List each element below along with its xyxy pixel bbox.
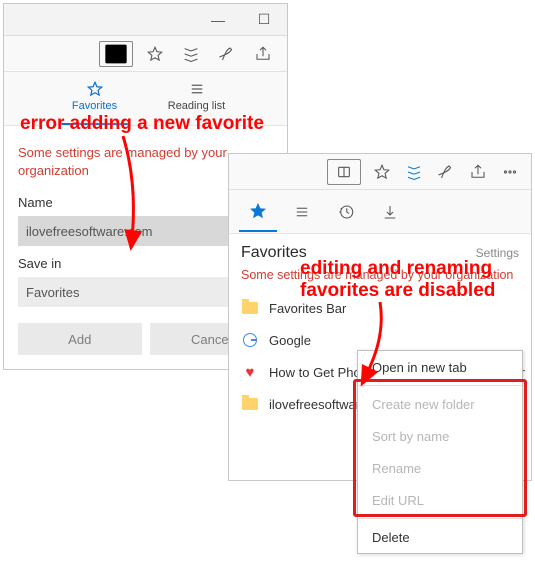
toolbar-b: [229, 154, 531, 190]
favorite-label: ilovefreesoftware: [269, 397, 367, 412]
ctx-open-new-tab[interactable]: Open in new tab: [358, 351, 522, 383]
reading-list-icon: [163, 78, 231, 100]
favorites-title: Favorites: [241, 244, 307, 262]
hub-tab-history[interactable]: [327, 192, 365, 232]
hub-tabs: [229, 190, 531, 234]
tab-favorites[interactable]: Favorites: [61, 78, 129, 125]
toolbar: [4, 36, 287, 72]
reading-view-icon[interactable]: [99, 41, 133, 67]
separator: [358, 518, 522, 519]
separator: [358, 385, 522, 386]
favorite-item[interactable]: Favorites Bar: [239, 292, 531, 324]
folder-icon: [241, 299, 259, 317]
add-button[interactable]: Add: [18, 323, 142, 355]
ctx-edit-url: Edit URL: [358, 484, 522, 516]
favorites-settings-link[interactable]: Settings: [476, 246, 519, 260]
heart-icon: ♥: [241, 363, 259, 381]
maximize-button[interactable]: ☐: [241, 4, 287, 35]
share-icon[interactable]: [247, 40, 279, 68]
favorites-hub-panel: Favorites Settings Some settings are man…: [228, 153, 532, 481]
ctx-sort-by-name: Sort by name: [358, 420, 522, 452]
star-icon: [61, 78, 129, 100]
notes-icon[interactable]: [211, 40, 243, 68]
hub-tab-reading-list[interactable]: [283, 192, 321, 232]
hub-icon[interactable]: [399, 158, 429, 186]
share-icon[interactable]: [463, 158, 493, 186]
context-menu: Open in new tab Create new folder Sort b…: [357, 350, 523, 554]
add-favorite-tabs: Favorites Reading list: [4, 72, 287, 126]
favorites-header: Favorites Settings: [229, 234, 531, 266]
tab-reading-list[interactable]: Reading list: [163, 78, 231, 125]
managed-message: Some settings are managed by your organi…: [229, 266, 531, 290]
star-outline-icon[interactable]: [367, 158, 397, 186]
more-icon[interactable]: [495, 158, 525, 186]
google-icon: [241, 331, 259, 349]
minimize-button[interactable]: —: [195, 4, 241, 35]
ctx-create-folder: Create new folder: [358, 388, 522, 420]
favorite-label: Favorites Bar: [269, 301, 346, 316]
favorite-label: Google: [269, 333, 311, 348]
ctx-rename: Rename: [358, 452, 522, 484]
window-titlebar: — ☐: [4, 4, 287, 36]
notes-icon[interactable]: [431, 158, 461, 186]
tab-reading-list-label: Reading list: [163, 100, 231, 112]
folder-icon: [241, 395, 259, 413]
ctx-delete[interactable]: Delete: [358, 521, 522, 553]
hub-icon[interactable]: [175, 40, 207, 68]
reading-view-icon[interactable]: [327, 159, 361, 185]
hub-tab-downloads[interactable]: [371, 192, 409, 232]
hub-tab-favorites[interactable]: [239, 192, 277, 232]
tab-favorites-label: Favorites: [61, 100, 129, 112]
star-outline-icon[interactable]: [139, 40, 171, 68]
